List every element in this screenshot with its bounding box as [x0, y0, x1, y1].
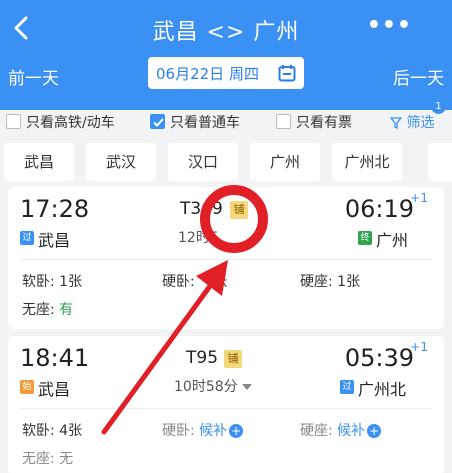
no-seat-label: 无座: — [22, 302, 60, 318]
train-card[interactable]: 17:28 过 武昌 T369 铺 12时5 06:19 +1 终 广州 软卧:… — [8, 187, 444, 329]
soft-sleeper-seats: 软卧: 4张 — [22, 423, 83, 439]
available-label[interactable]: 只看有票 — [296, 112, 352, 132]
high-speed-checkbox[interactable] — [6, 114, 21, 129]
filter-label: 筛选 — [406, 115, 435, 131]
no-seat: 无座: 有 — [22, 299, 73, 319]
waitlist-label: 候补 — [337, 423, 366, 439]
add-icon[interactable]: + — [229, 424, 244, 438]
date-picker[interactable]: 06月22日 周四 — [148, 57, 304, 89]
travel-duration[interactable]: 10时58分 — [174, 376, 252, 396]
funnel-icon — [389, 117, 403, 130]
hard-sleeper-unit: 张 — [213, 274, 228, 290]
normal-train-label[interactable]: 只看普通车 — [170, 112, 240, 132]
arrival-station: 广州北 — [358, 380, 407, 399]
pass-tag: 过 — [20, 231, 34, 245]
divider — [20, 408, 432, 409]
departure-time: 18:41 — [20, 344, 90, 372]
station-chip-hankou[interactable]: 汉口 — [168, 143, 238, 181]
station-chip-more[interactable] — [428, 143, 452, 181]
train-card[interactable]: 18:41 始 武昌 T95 铺 10时58分 05:39 +1 过 广州北 软… — [8, 336, 444, 473]
add-icon[interactable]: + — [367, 424, 382, 438]
travel-duration: 12时5 — [178, 230, 219, 246]
berth-tag: 铺 — [224, 350, 242, 368]
terminal-tag: 终 — [358, 231, 372, 245]
hard-sleeper-label: 硬卧: — [162, 274, 200, 290]
hard-seat-label: 硬座: — [300, 423, 338, 439]
hard-seat-seats: 硬座: 1张 — [300, 274, 361, 290]
hard-sleeper-seats: 硬卧: 张 — [162, 271, 227, 291]
duration-value: 10时58分 — [174, 379, 238, 395]
next-day-marker: +1 — [410, 340, 428, 354]
normal-train-checkbox[interactable] — [150, 114, 165, 129]
arrival-station: 广州 — [376, 231, 409, 250]
origin-tag: 始 — [20, 380, 34, 394]
pass-tag: 过 — [340, 380, 354, 394]
train-number: T95 — [186, 348, 219, 368]
no-seat: 无座: 无 — [22, 451, 74, 467]
departure-station: 武昌 — [38, 231, 71, 250]
filter-button[interactable]: 筛选 — [389, 112, 435, 132]
top-bar: 武昌 <> 广州 ••• 前一天 06月22日 周四 后一天 — [0, 0, 452, 110]
departure-station: 武昌 — [38, 380, 71, 399]
hard-sleeper-label: 硬卧: — [162, 423, 200, 439]
filter-bar: 只看高铁/动车 只看普通车 只看有票 筛选 — [0, 110, 452, 136]
next-day-button[interactable]: 后一天 — [393, 64, 444, 89]
waitlist-label: 候补 — [199, 423, 228, 439]
hard-sleeper-seats[interactable]: 硬卧: 候补 + — [162, 420, 244, 440]
prev-day-button[interactable]: 前一天 — [8, 64, 59, 89]
train-number: T369 — [180, 199, 223, 219]
hard-seat-seats[interactable]: 硬座: 候补 + — [300, 420, 382, 440]
berth-tag: 铺 — [230, 201, 248, 219]
more-icon[interactable]: ••• — [367, 13, 412, 38]
available-checkbox[interactable] — [276, 114, 291, 129]
arrival-time: 05:39 — [344, 344, 414, 372]
soft-sleeper-seats: 软卧: 1张 — [22, 274, 83, 290]
high-speed-label[interactable]: 只看高铁/动车 — [26, 112, 115, 132]
station-chip-wuchang[interactable]: 武昌 — [4, 143, 74, 181]
station-chip-guangzhoubei[interactable]: 广州北 — [332, 143, 402, 181]
date-value: 06月22日 周四 — [156, 64, 259, 83]
divider — [20, 259, 432, 260]
filter-count-badge: 1 — [431, 99, 446, 114]
no-seat-value: 有 — [59, 302, 74, 318]
check-icon — [153, 118, 164, 127]
calendar-icon — [278, 65, 296, 82]
departure-time: 17:28 — [20, 195, 90, 223]
station-tabs: 武昌 武汉 汉口 广州 广州北 — [0, 143, 452, 181]
arrival-time: 06:19 — [344, 195, 414, 223]
caret-down-icon — [241, 384, 252, 390]
station-chip-wuhan[interactable]: 武汉 — [86, 143, 156, 181]
station-chip-guangzhou[interactable]: 广州 — [250, 143, 320, 181]
next-day-marker: +1 — [410, 191, 428, 205]
